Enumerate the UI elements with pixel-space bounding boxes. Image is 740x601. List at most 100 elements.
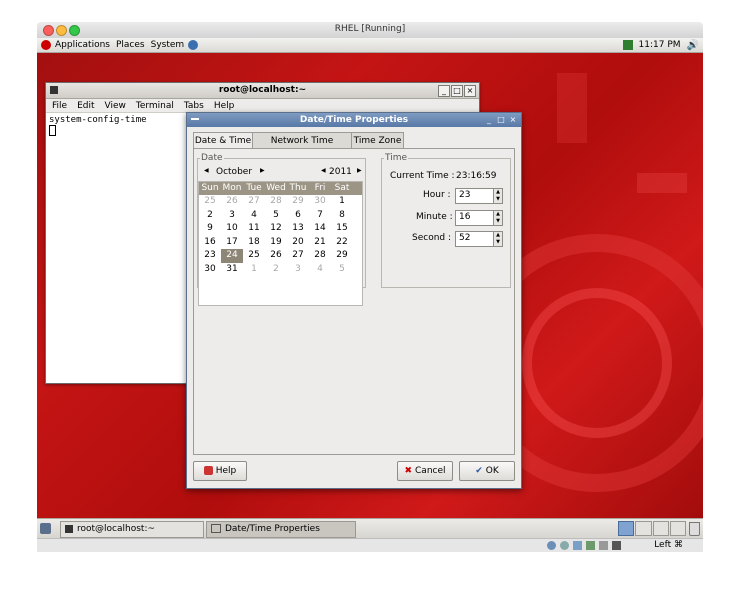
calendar-day[interactable]: 25: [199, 195, 221, 209]
taskbar-terminal-label: root@localhost:~: [77, 524, 156, 534]
menu-terminal[interactable]: Terminal: [136, 101, 174, 111]
calendar-day[interactable]: 9: [199, 222, 221, 236]
calendar-day[interactable]: 27: [243, 195, 265, 209]
calendar-day[interactable]: 4: [243, 209, 265, 223]
calendar-day[interactable]: 22: [331, 236, 353, 250]
calendar-day[interactable]: 4: [309, 263, 331, 277]
calendar-day[interactable]: 25: [243, 249, 265, 263]
calendar-day[interactable]: 23: [199, 249, 221, 263]
workspace-3[interactable]: [652, 521, 669, 536]
hour-input[interactable]: [456, 189, 493, 201]
network-adapter-icon[interactable]: [586, 541, 595, 550]
hour-spinbox[interactable]: ▲▼: [455, 188, 503, 204]
calendar-day[interactable]: 18: [243, 236, 265, 250]
ok-button[interactable]: ✔ OK: [459, 461, 515, 481]
calendar-day[interactable]: 29: [287, 195, 309, 209]
second-spinbox[interactable]: ▲▼: [455, 231, 503, 247]
calendar-day[interactable]: 2: [265, 263, 287, 277]
minute-input[interactable]: [456, 211, 493, 223]
volume-icon[interactable]: 🔊: [687, 40, 699, 51]
calendar-day[interactable]: 30: [199, 263, 221, 277]
calendar-day[interactable]: 29: [331, 249, 353, 263]
taskbar-item-terminal[interactable]: root@localhost:~: [60, 521, 204, 538]
calendar-day[interactable]: 16: [199, 236, 221, 250]
calendar-day[interactable]: 24: [221, 249, 243, 263]
calendar-day[interactable]: 6: [287, 209, 309, 223]
workspace-switcher[interactable]: [618, 521, 686, 536]
capture-icon[interactable]: [612, 541, 621, 550]
tab-time-zone[interactable]: Time Zone: [351, 132, 404, 149]
maximize-icon[interactable]: □: [496, 115, 506, 125]
shared-folders-icon[interactable]: [599, 541, 608, 550]
help-button[interactable]: Help: [193, 461, 247, 481]
calendar-day[interactable]: 14: [309, 222, 331, 236]
calendar-day[interactable]: 10: [221, 222, 243, 236]
calendar-day[interactable]: 2: [199, 209, 221, 223]
next-year-arrow-icon[interactable]: ▶: [357, 167, 362, 174]
calendar-day[interactable]: 3: [287, 263, 309, 277]
calendar-day[interactable]: 1: [243, 263, 265, 277]
help-button-label: Help: [215, 466, 237, 476]
system-menu[interactable]: System: [151, 40, 185, 50]
calendar-day[interactable]: 26: [265, 249, 287, 263]
calendar-day[interactable]: 13: [287, 222, 309, 236]
terminal-titlebar[interactable]: root@localhost:~ _ □ ×: [46, 83, 479, 99]
calendar-day[interactable]: 26: [221, 195, 243, 209]
panel-clock[interactable]: 11:17 PM: [639, 40, 681, 50]
taskbar-item-datetime[interactable]: Date/Time Properties: [206, 521, 356, 538]
menu-view[interactable]: View: [105, 101, 126, 111]
next-month-arrow-icon[interactable]: ▶: [260, 167, 265, 174]
second-input[interactable]: [456, 232, 493, 244]
places-menu[interactable]: Places: [116, 40, 145, 50]
calendar-grid[interactable]: Sun Mon Tue Wed Thu Fri Sat 25 26 27 28 29 30 1 2 3 4 5 6…: [198, 181, 363, 306]
network-status-icon[interactable]: [622, 40, 633, 50]
optical-drive-icon[interactable]: [560, 541, 569, 550]
show-desktop-icon[interactable]: [40, 523, 51, 534]
calendar-day[interactable]: 3: [221, 209, 243, 223]
menu-tabs[interactable]: Tabs: [184, 101, 204, 111]
close-icon[interactable]: ×: [508, 115, 518, 125]
minute-spinbox[interactable]: ▲▼: [455, 210, 503, 226]
calendar-day[interactable]: 5: [265, 209, 287, 223]
workspace-4[interactable]: [669, 521, 686, 536]
calendar-day[interactable]: 7: [309, 209, 331, 223]
dialog-titlebar[interactable]: Date/Time Properties _ □ ×: [187, 113, 521, 127]
calendar-day[interactable]: 15: [331, 222, 353, 236]
calendar-day[interactable]: 11: [243, 222, 265, 236]
calendar-day[interactable]: 31: [221, 263, 243, 277]
prev-year-arrow-icon[interactable]: ◀: [321, 167, 326, 174]
menu-help[interactable]: Help: [214, 101, 235, 111]
calendar-day[interactable]: 21: [309, 236, 331, 250]
cancel-button[interactable]: ✖ Cancel: [397, 461, 453, 481]
calendar-day[interactable]: 27: [287, 249, 309, 263]
minimize-icon[interactable]: _: [438, 85, 450, 97]
calendar-day[interactable]: 30: [309, 195, 331, 209]
maximize-icon[interactable]: □: [451, 85, 463, 97]
hour-spin-arrows-icon[interactable]: ▲ ▼: [493, 189, 502, 203]
usb-icon[interactable]: [573, 541, 582, 550]
calendar-day[interactable]: 28: [309, 249, 331, 263]
workspace-2[interactable]: [635, 521, 652, 536]
minimize-icon[interactable]: _: [484, 115, 494, 125]
second-spin-arrows-icon[interactable]: ▲ ▼: [493, 232, 502, 246]
calendar-day[interactable]: 19: [265, 236, 287, 250]
hard-disk-icon[interactable]: [547, 541, 556, 550]
web-browser-icon[interactable]: [188, 40, 199, 50]
calendar-day[interactable]: 1: [331, 195, 353, 209]
calendar-day[interactable]: 8: [331, 209, 353, 223]
prev-month-arrow-icon[interactable]: ◀: [204, 167, 209, 174]
calendar-day[interactable]: 28: [265, 195, 287, 209]
close-icon[interactable]: ×: [464, 85, 476, 97]
workspace-1[interactable]: [618, 521, 635, 536]
applications-menu[interactable]: Applications: [55, 40, 110, 50]
menu-edit[interactable]: Edit: [77, 101, 94, 111]
tab-network-time-protocol[interactable]: Network Time Protocol: [252, 132, 352, 162]
trash-icon[interactable]: [689, 522, 700, 536]
menu-file[interactable]: File: [52, 101, 67, 111]
calendar-day[interactable]: 12: [265, 222, 287, 236]
calendar-day[interactable]: 17: [221, 236, 243, 250]
minute-spin-arrows-icon[interactable]: ▲ ▼: [493, 211, 502, 225]
calendar-day[interactable]: 20: [287, 236, 309, 250]
datetime-dialog[interactable]: Date/Time Properties _ □ × Date & Time N…: [186, 112, 522, 489]
calendar-day[interactable]: 5: [331, 263, 353, 277]
